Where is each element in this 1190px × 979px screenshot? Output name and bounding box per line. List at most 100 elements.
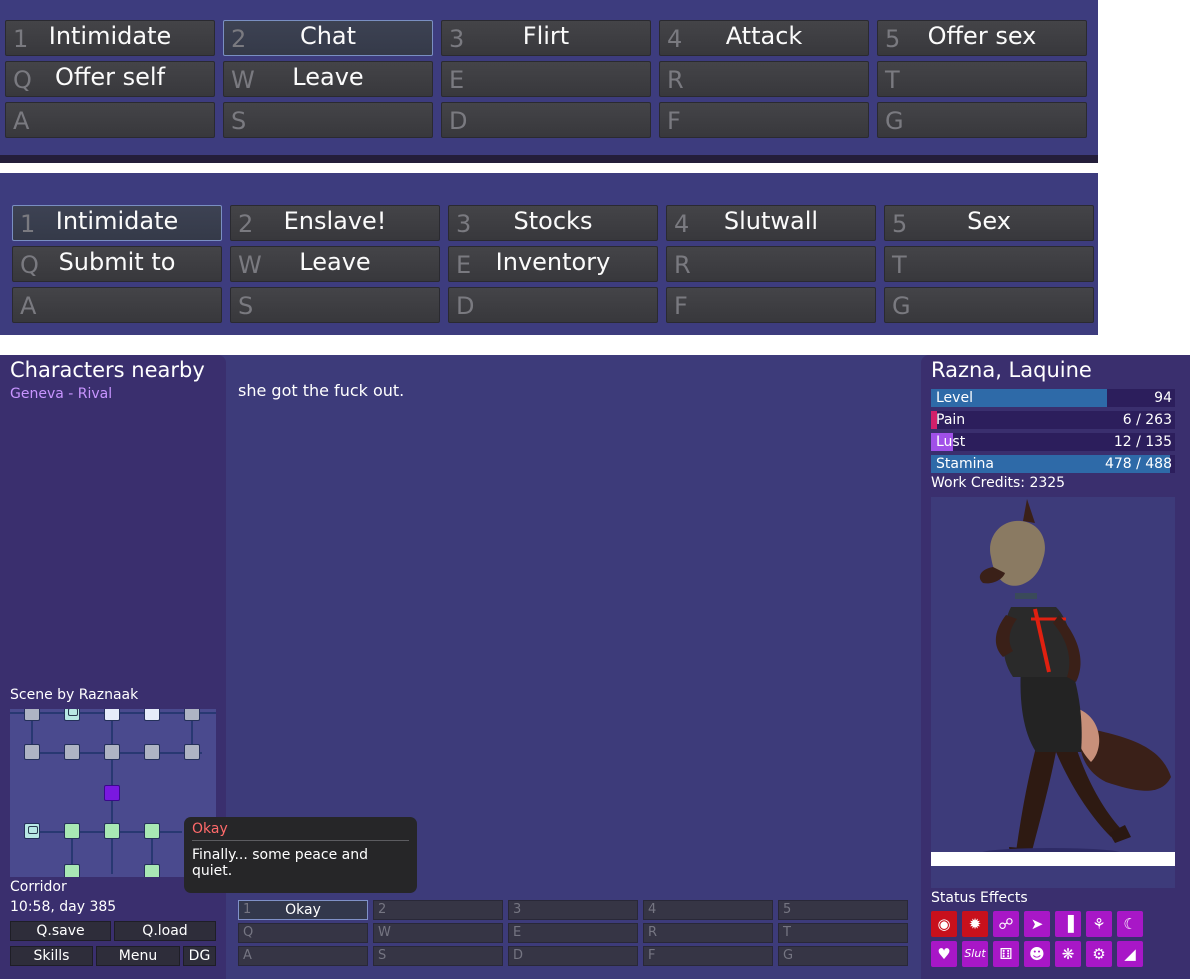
chain-icon[interactable]: ☍ <box>993 911 1019 937</box>
slut-icon[interactable]: Slut <box>962 941 988 967</box>
action-button-r[interactable]: R <box>643 923 773 943</box>
hotkey-label: W <box>378 925 391 940</box>
action-label: Intimidate <box>55 207 179 235</box>
action-button-4[interactable]: 4 Slutwall <box>666 205 876 241</box>
player-location-marker <box>104 785 120 801</box>
map-room <box>144 709 160 721</box>
pain-bar: Pain 6 / 263 <box>931 411 1175 429</box>
face-icon[interactable]: ☻ <box>1024 941 1050 967</box>
action-label: Slutwall <box>723 207 819 235</box>
action-button-4[interactable]: 4 Attack <box>659 20 869 56</box>
action-panel-1: 1 Intimidate 2 Chat 3 Flirt 4 Attack 5 Offer sex Q… <box>0 0 1098 163</box>
dg-button[interactable]: DG <box>183 946 216 966</box>
action-button-a[interactable]: A <box>12 287 222 323</box>
flower-icon[interactable]: ⚘ <box>1086 911 1112 937</box>
action-button-2[interactable]: 2 <box>373 900 503 920</box>
burst-icon[interactable]: ✹ <box>962 911 988 937</box>
action-button-r[interactable]: R <box>659 61 869 97</box>
action-button-3[interactable]: 3 Stocks <box>448 205 658 241</box>
quick-save-button[interactable]: Q.save <box>10 921 111 941</box>
map-room <box>144 864 160 877</box>
skills-button[interactable]: Skills <box>10 946 93 966</box>
action-label: Flirt <box>522 22 570 50</box>
action-button-a[interactable]: A <box>238 946 368 966</box>
hotkey-label: E <box>513 925 522 940</box>
bars-icon[interactable]: ▐ <box>1055 911 1081 937</box>
hotkey-label: G <box>783 948 794 963</box>
action-button-r[interactable]: R <box>666 246 876 282</box>
nearby-character-link[interactable]: Geneva - Rival <box>10 386 112 402</box>
sparkle-icon[interactable]: ❋ <box>1055 941 1081 967</box>
action-button-t[interactable]: T <box>778 923 908 943</box>
lust-label: Lust <box>936 434 966 450</box>
gear-face-icon[interactable]: ⚙ <box>1086 941 1112 967</box>
action-button-5[interactable]: 5 <box>778 900 908 920</box>
action-button-g[interactable]: G <box>884 287 1094 323</box>
action-label: Offer sex <box>927 22 1037 50</box>
action-button-q[interactable]: Q Submit to <box>12 246 222 282</box>
hotkey-label: E <box>449 66 465 94</box>
hotkey-label: F <box>674 292 688 320</box>
broken-heart-icon[interactable]: ♥ <box>931 941 957 967</box>
hotkey-label: G <box>892 292 911 320</box>
action-button-e[interactable]: E Inventory <box>448 246 658 282</box>
tooltip-body: Finally... some peace and quiet. <box>192 847 368 879</box>
character-name: Razna, Laquine <box>931 358 1092 382</box>
action-button-1[interactable]: 1 Intimidate <box>5 20 215 56</box>
tooltip-title: Okay <box>192 821 228 837</box>
action-button-f[interactable]: F <box>659 102 869 138</box>
moon-icon[interactable]: ☾ <box>1117 911 1143 937</box>
mask-icon[interactable]: ◉ <box>931 911 957 937</box>
action-button-1[interactable]: 1 Okay <box>238 900 368 920</box>
action-button-5[interactable]: 5 Sex <box>884 205 1094 241</box>
action-button-f[interactable]: F <box>666 287 876 323</box>
action-button-w[interactable]: W <box>373 923 503 943</box>
action-button-4[interactable]: 4 <box>643 900 773 920</box>
action-button-2[interactable]: 2 Enslave! <box>230 205 440 241</box>
action-button-s[interactable]: S <box>230 287 440 323</box>
action-label: Chat <box>299 22 357 50</box>
map-room <box>104 709 120 721</box>
hotkey-label: D <box>456 292 475 320</box>
location-name: Corridor <box>10 879 67 895</box>
map-room <box>64 823 80 839</box>
action-label: Inventory <box>495 248 611 276</box>
menu-button[interactable]: Menu <box>96 946 180 966</box>
hotkey-label: S <box>378 948 387 963</box>
action-button-d[interactable]: D <box>448 287 658 323</box>
action-button-q[interactable]: Q <box>238 923 368 943</box>
dice-icon[interactable]: ⚅ <box>993 941 1019 967</box>
action-button-t[interactable]: T <box>884 246 1094 282</box>
action-button-3[interactable]: 3 Flirt <box>441 20 651 56</box>
action-button-e[interactable]: E <box>441 61 651 97</box>
hotkey-label: 3 <box>513 902 522 917</box>
action-button-q[interactable]: Q Offer self <box>5 61 215 97</box>
action-button-a[interactable]: A <box>5 102 215 138</box>
action-grid-1: 1 Intimidate 2 Chat 3 Flirt 4 Attack 5 Offer sex Q… <box>5 20 1087 138</box>
hotkey-label: D <box>513 948 524 963</box>
action-label: Enslave! <box>283 207 387 235</box>
hotkey-label: A <box>13 107 30 135</box>
divider <box>192 840 409 841</box>
action-button-g[interactable]: G <box>877 102 1087 138</box>
quick-load-button[interactable]: Q.load <box>114 921 216 941</box>
action-button-3[interactable]: 3 <box>508 900 638 920</box>
action-button-1[interactable]: 1 Intimidate <box>12 205 222 241</box>
action-button-g[interactable]: G <box>778 946 908 966</box>
hotkey-label: S <box>238 292 254 320</box>
hotkey-label: R <box>674 251 691 279</box>
action-button-s[interactable]: S <box>223 102 433 138</box>
action-button-w[interactable]: W Leave <box>230 246 440 282</box>
action-button-e[interactable]: E <box>508 923 638 943</box>
action-button-w[interactable]: W Leave <box>223 61 433 97</box>
action-button-t[interactable]: T <box>877 61 1087 97</box>
cone-icon[interactable]: ◢ <box>1117 941 1143 967</box>
action-button-d[interactable]: D <box>508 946 638 966</box>
action-button-2[interactable]: 2 Chat <box>223 20 433 56</box>
action-button-d[interactable]: D <box>441 102 651 138</box>
stamina-bar: Stamina 478 / 488 <box>931 455 1175 473</box>
wing-icon[interactable]: ➤ <box>1024 911 1050 937</box>
action-button-f[interactable]: F <box>643 946 773 966</box>
action-button-5[interactable]: 5 Offer sex <box>877 20 1087 56</box>
action-button-s[interactable]: S <box>373 946 503 966</box>
